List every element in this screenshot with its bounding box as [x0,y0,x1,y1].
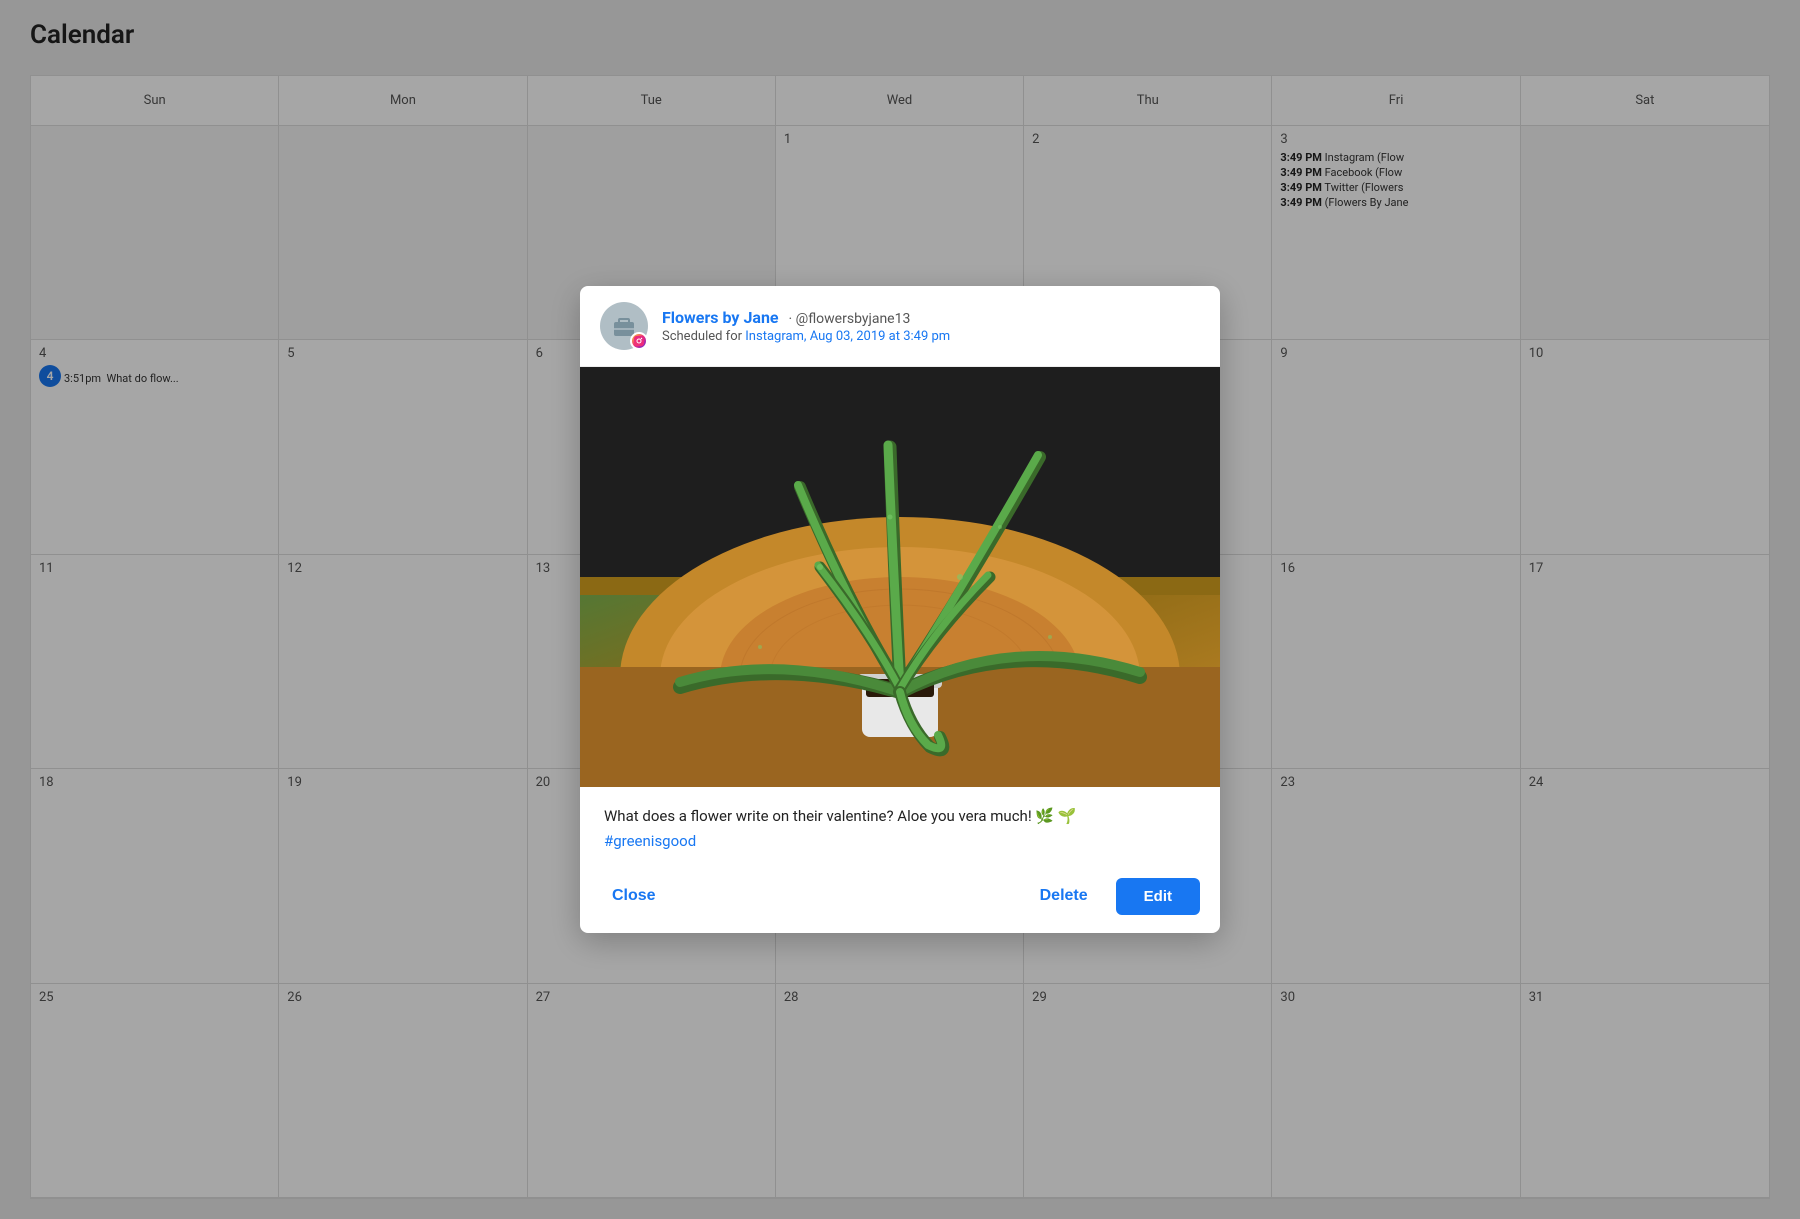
modal-account-line: Flowers by Jane · @flowersbyjane13 [662,308,1200,327]
post-hashtag: #greenisgood [604,832,1196,850]
avatar-wrap [600,302,648,350]
modal-overlay: Flowers by Jane · @flowersbyjane13 Sched… [0,0,1800,1219]
modal-dialog: Flowers by Jane · @flowersbyjane13 Sched… [580,286,1220,933]
post-text: What does a flower write on their valent… [604,805,1196,828]
scheduled-label: Scheduled for [662,329,742,344]
modal-header: Flowers by Jane · @flowersbyjane13 Sched… [580,286,1220,367]
post-image [580,367,1220,787]
modal-header-info: Flowers by Jane · @flowersbyjane13 Sched… [662,308,1200,344]
modal-account-name: Flowers by Jane [662,308,779,327]
instagram-badge [630,332,648,350]
footer-right: Delete Edit [1028,878,1200,915]
edit-button[interactable]: Edit [1116,878,1200,915]
close-button[interactable]: Close [600,879,668,913]
modal-body: What does a flower write on their valent… [580,787,1220,864]
modal-footer: Close Delete Edit [580,864,1220,933]
modal-handle: · @flowersbyjane13 [789,311,911,327]
delete-button[interactable]: Delete [1028,879,1100,913]
modal-scheduled: Scheduled for Instagram, Aug 03, 2019 at… [662,329,1200,344]
scheduled-link[interactable]: Instagram, Aug 03, 2019 at 3:49 pm [745,329,950,344]
